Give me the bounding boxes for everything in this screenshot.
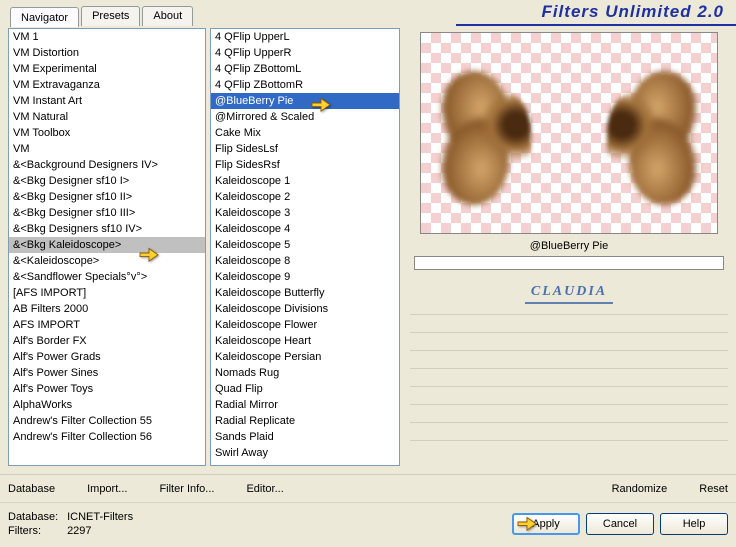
list-item[interactable]: Kaleidoscope Butterfly (211, 285, 399, 301)
filter-list[interactable]: 4 QFlip UpperL4 QFlip UpperR4 QFlip ZBot… (210, 28, 400, 466)
editor-link[interactable]: Editor... (246, 483, 283, 495)
status-info: Database: ICNET-Filters Filters: 2297 (8, 510, 133, 538)
list-item[interactable]: @BlueBerry Pie (211, 93, 399, 109)
apply-button[interactable]: Apply (512, 513, 580, 535)
list-item[interactable]: 4 QFlip UpperL (211, 29, 399, 45)
database-link[interactable]: Database (8, 483, 55, 495)
list-item[interactable]: Alf's Power Sines (9, 365, 205, 381)
list-item[interactable]: Alf's Power Toys (9, 381, 205, 397)
list-item[interactable]: Radial Mirror (211, 397, 399, 413)
list-item[interactable]: &<Sandflower Specials°v°> (9, 269, 205, 285)
list-item[interactable]: Kaleidoscope 2 (211, 189, 399, 205)
list-item[interactable]: 4 QFlip ZBottomL (211, 61, 399, 77)
list-item[interactable]: Kaleidoscope 9 (211, 269, 399, 285)
list-item[interactable]: Alf's Power Grads (9, 349, 205, 365)
list-item[interactable]: [AFS IMPORT] (9, 285, 205, 301)
list-item[interactable]: Kaleidoscope Divisions (211, 301, 399, 317)
progress-bar (414, 256, 724, 270)
list-item[interactable]: Kaleidoscope 4 (211, 221, 399, 237)
import-link[interactable]: Import... (87, 483, 127, 495)
list-item[interactable]: VM Extravaganza (9, 77, 205, 93)
list-item[interactable]: Flip SidesLsf (211, 141, 399, 157)
filter-info-link[interactable]: Filter Info... (159, 483, 214, 495)
list-item[interactable]: Kaleidoscope Flower (211, 317, 399, 333)
list-item[interactable]: @Mirrored & Scaled (211, 109, 399, 125)
app-title: Filters Unlimited 2.0 (541, 2, 724, 22)
list-item[interactable]: VM Experimental (9, 61, 205, 77)
list-item[interactable]: Flip SidesRsf (211, 157, 399, 173)
preview-image (420, 32, 718, 234)
list-item[interactable]: Alf's Border FX (9, 333, 205, 349)
category-list[interactable]: VM 1VM DistortionVM ExperimentalVM Extra… (8, 28, 206, 466)
list-item[interactable]: &<Bkg Kaleidoscope> (9, 237, 205, 253)
parameter-area (410, 314, 728, 474)
list-item[interactable]: AFS IMPORT (9, 317, 205, 333)
list-item[interactable]: AlphaWorks (9, 397, 205, 413)
list-item[interactable]: VM Toolbox (9, 125, 205, 141)
list-item[interactable]: Kaleidoscope 3 (211, 205, 399, 221)
help-button[interactable]: Help (660, 513, 728, 535)
randomize-link[interactable]: Randomize (612, 483, 668, 495)
list-item[interactable]: VM Natural (9, 109, 205, 125)
list-item[interactable]: Andrew's Filter Collection 56 (9, 429, 205, 445)
list-item[interactable]: Quad Flip (211, 381, 399, 397)
tab-presets[interactable]: Presets (81, 6, 140, 26)
list-item[interactable]: VM Instant Art (9, 93, 205, 109)
list-item[interactable]: 4 QFlip UpperR (211, 45, 399, 61)
list-item[interactable]: VM 1 (9, 29, 205, 45)
list-item[interactable]: Andrew's Filter Collection 55 (9, 413, 205, 429)
list-item[interactable]: &<Bkg Designer sf10 II> (9, 189, 205, 205)
list-item[interactable]: Kaleidoscope 8 (211, 253, 399, 269)
list-item[interactable]: Sands Plaid (211, 429, 399, 445)
list-item[interactable]: &<Bkg Designer sf10 III> (9, 205, 205, 221)
cancel-button[interactable]: Cancel (586, 513, 654, 535)
watermark: CLAUDIA (410, 282, 728, 304)
list-item[interactable]: Kaleidoscope Persian (211, 349, 399, 365)
list-item[interactable]: &<Background Designers IV> (9, 157, 205, 173)
selected-filter-label: @BlueBerry Pie (410, 240, 728, 252)
list-item[interactable]: AB Filters 2000 (9, 301, 205, 317)
list-item[interactable]: VM (9, 141, 205, 157)
list-item[interactable]: Radial Replicate (211, 413, 399, 429)
list-item[interactable]: Swirl Away (211, 445, 399, 461)
title-underline (456, 24, 736, 26)
tab-about[interactable]: About (142, 6, 193, 26)
list-item[interactable]: &<Bkg Designers sf10 IV> (9, 221, 205, 237)
list-item[interactable]: Kaleidoscope 1 (211, 173, 399, 189)
list-item[interactable]: VM Distortion (9, 45, 205, 61)
list-item[interactable]: 4 QFlip ZBottomR (211, 77, 399, 93)
tab-navigator[interactable]: Navigator (10, 7, 79, 27)
list-item[interactable]: Kaleidoscope 5 (211, 237, 399, 253)
list-item[interactable]: Cake Mix (211, 125, 399, 141)
reset-link[interactable]: Reset (699, 483, 728, 495)
list-item[interactable]: Nomads Rug (211, 365, 399, 381)
list-item[interactable]: Kaleidoscope Heart (211, 333, 399, 349)
list-item[interactable]: &<Bkg Designer sf10 I> (9, 173, 205, 189)
list-item[interactable]: &<Kaleidoscope> (9, 253, 205, 269)
